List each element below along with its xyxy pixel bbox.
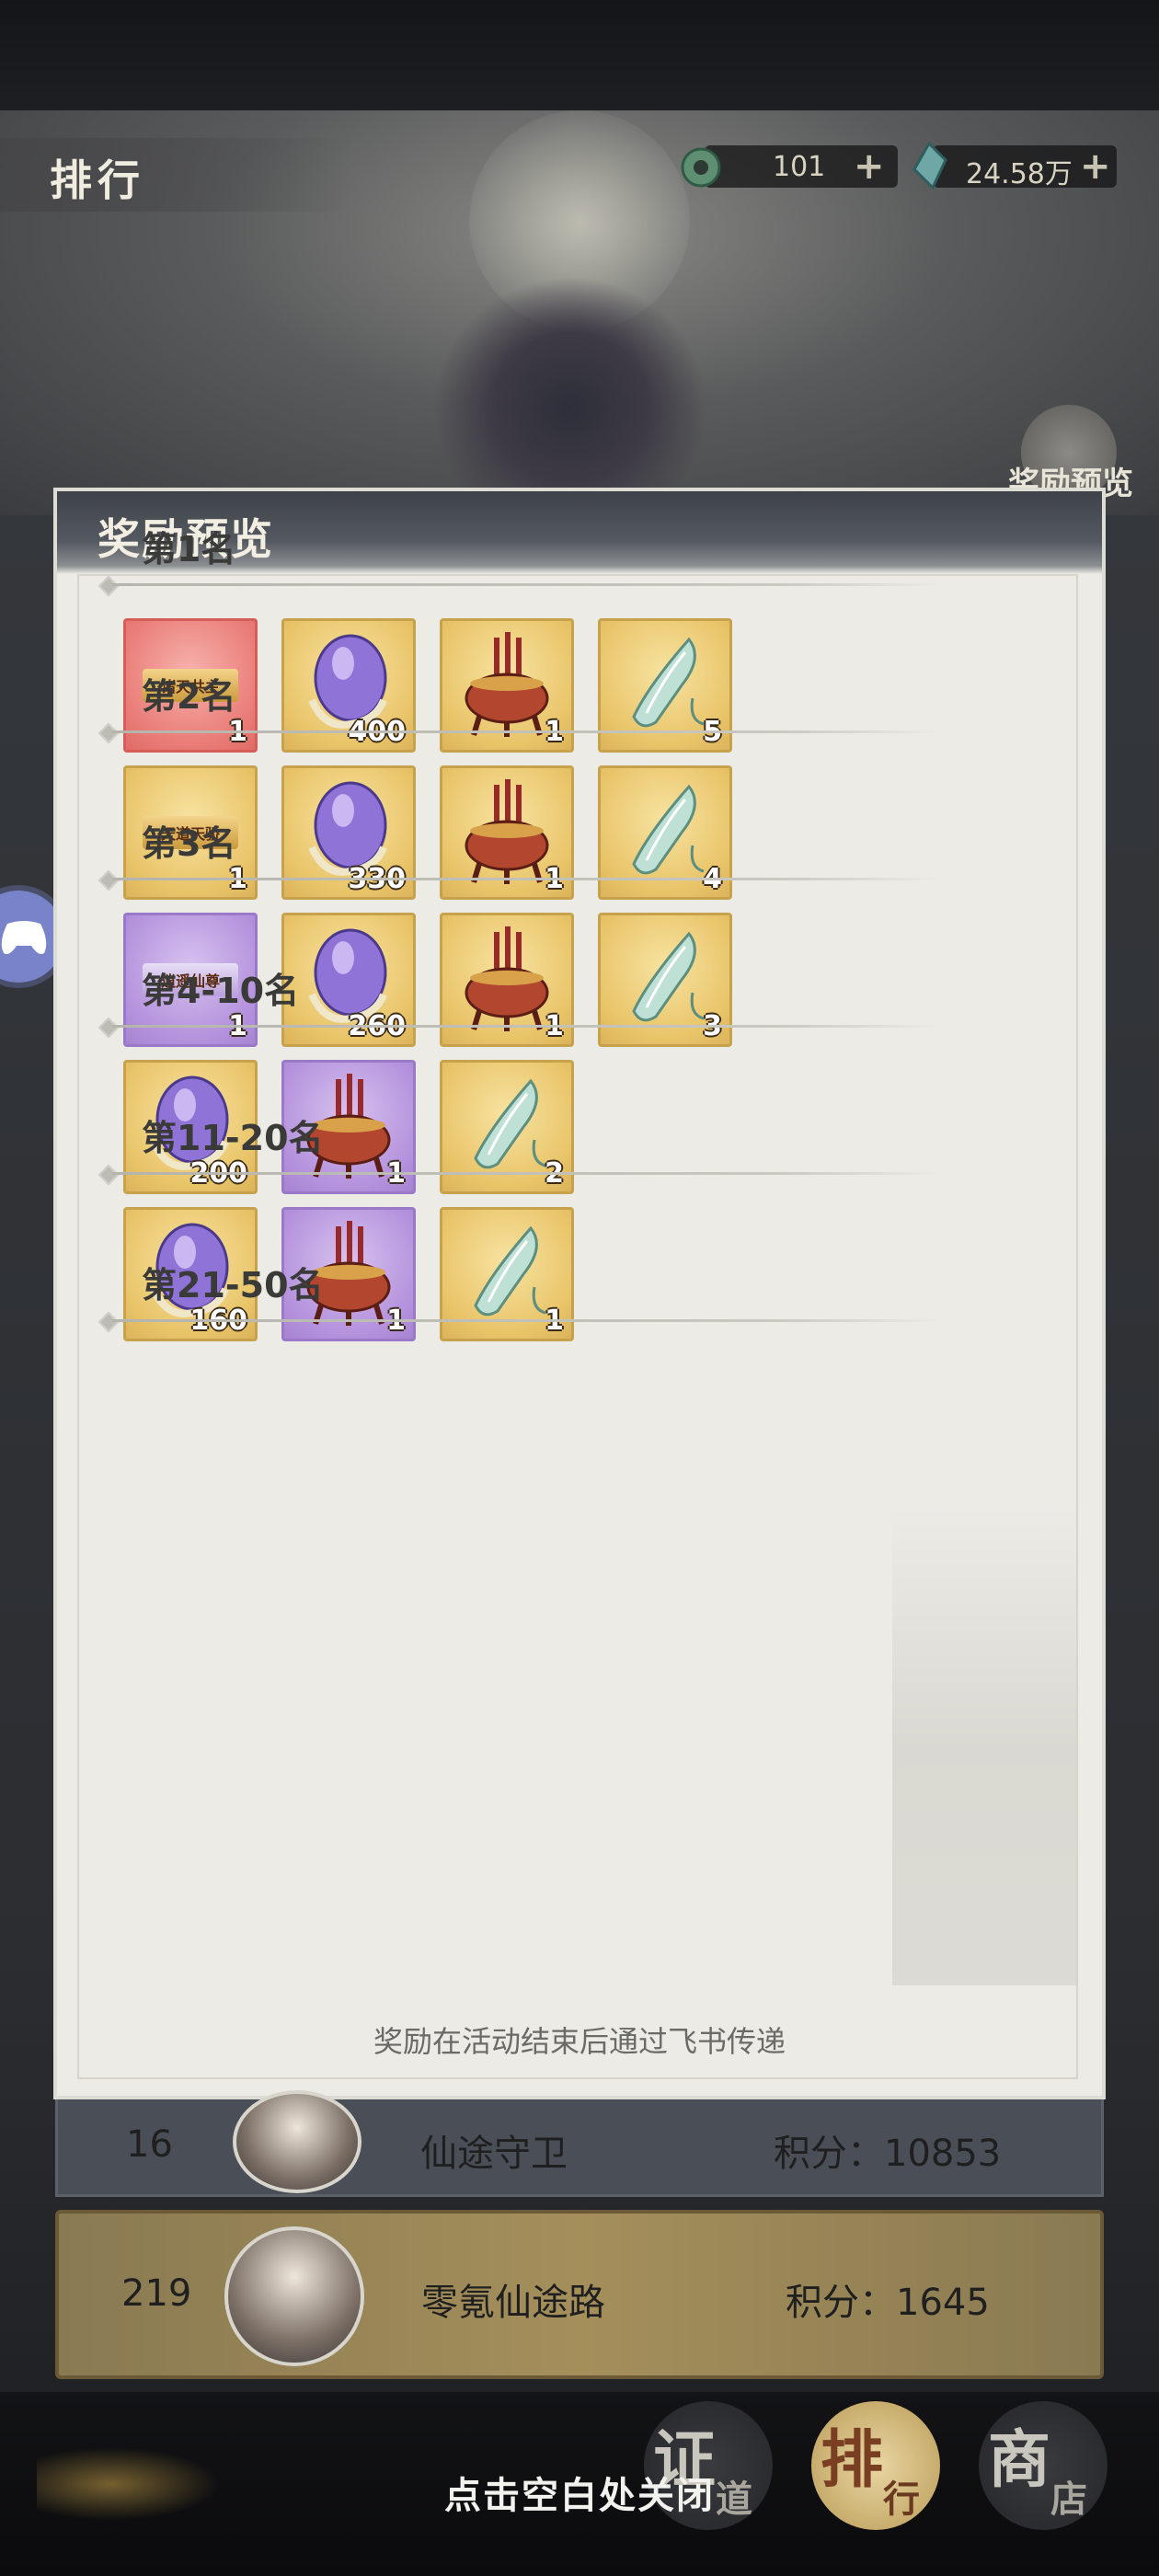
panel-footer-note: 奖励在活动结束后通过飞书传递	[373, 2024, 786, 2059]
avatar	[233, 2090, 361, 2193]
tier-label: 第1名	[142, 529, 236, 569]
gamepad-icon	[1, 921, 47, 954]
tier-label: 第11-20名	[142, 1118, 324, 1158]
player-score: 积分：10853	[774, 2133, 1002, 2175]
tier-divider	[112, 1172, 940, 1175]
my-player-score: 积分：1645	[786, 2282, 990, 2324]
ranking-row[interactable]: 16 仙途守卫 积分：10853	[55, 2090, 1104, 2197]
mountain-decoration	[892, 1507, 1076, 1985]
spirit-stone-icon	[912, 142, 947, 190]
tier-label: 第21-50名	[142, 1265, 324, 1305]
my-rank-number: 219	[121, 2272, 192, 2315]
tier-label: 第3名	[142, 823, 236, 864]
currency-stone-add-button[interactable]: +	[1080, 145, 1111, 188]
currency-stone: 24.58万 +	[905, 138, 1126, 197]
top-bar: 排行 101 + 24.58万 +	[0, 138, 1159, 212]
tier-label: 第4-10名	[142, 971, 300, 1011]
rank-number: 16	[126, 2123, 173, 2166]
my-ranking-row[interactable]: 219 零氪仙途路 积分：1645	[55, 2210, 1104, 2379]
player-name: 仙途守卫	[420, 2133, 568, 2175]
hero-character-art	[432, 276, 708, 497]
currency-jade: 101 +	[677, 138, 898, 197]
tier-divider	[112, 583, 940, 586]
jade-coin-icon	[681, 147, 721, 188]
tier-divider	[112, 1025, 940, 1028]
top-strip	[0, 0, 1159, 110]
currency-jade-value: 101	[773, 151, 826, 183]
my-player-name: 零氪仙途路	[421, 2282, 605, 2324]
page-title: 排行	[50, 155, 145, 205]
tier-divider	[112, 730, 940, 733]
close-hint[interactable]: 点击空白处关闭	[0, 2466, 1159, 2519]
tier-divider	[112, 878, 940, 880]
currency-jade-add-button[interactable]: +	[854, 145, 885, 188]
my-avatar	[224, 2226, 364, 2366]
tier-divider	[112, 1319, 940, 1322]
reward-preview-panel: 奖励预览 第1名 诸天共主 1 400 1 5 第2名 天道天骄 1 330 1 4 第3名 逍遥仙尊 1 2…	[53, 488, 1106, 2099]
currency-stone-value: 24.58万	[966, 158, 1073, 190]
tier-label: 第2名	[142, 676, 236, 717]
